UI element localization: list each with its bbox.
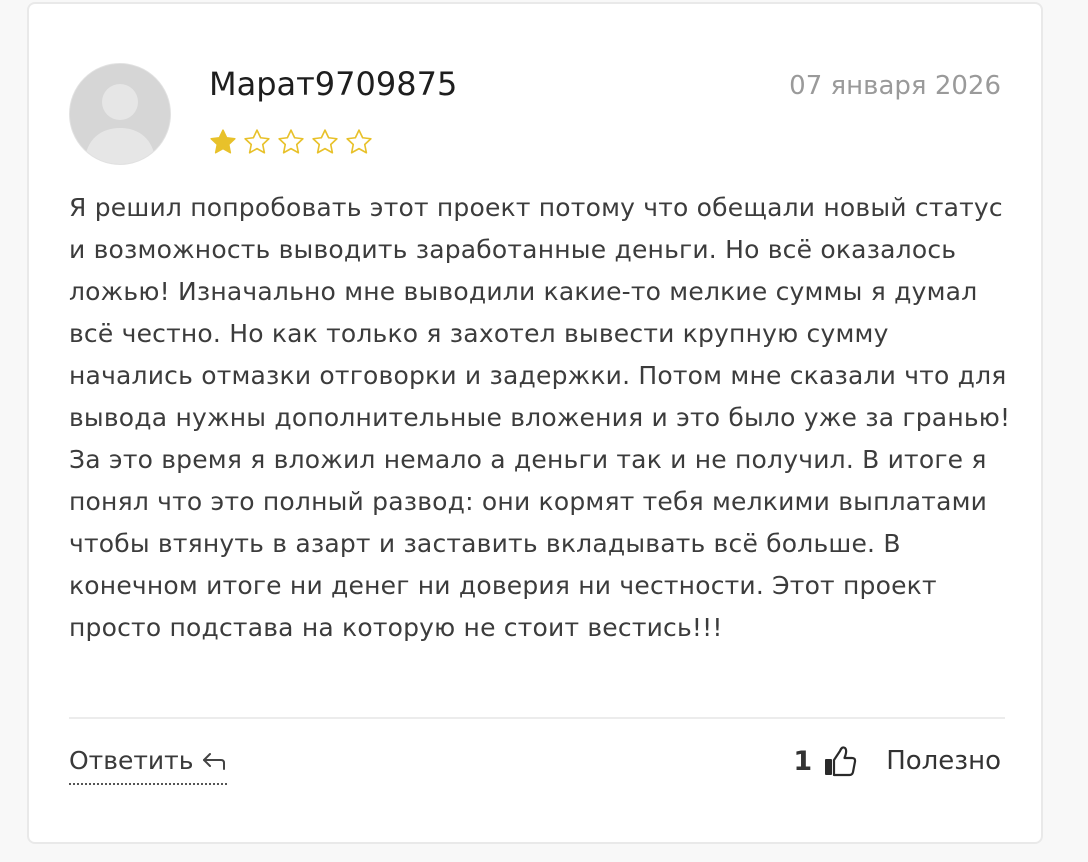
review-author: Марат9709875 xyxy=(209,65,458,103)
star-outline-icon xyxy=(244,129,270,154)
helpful-section: 1 Полезно xyxy=(793,743,1001,779)
reply-button[interactable]: Ответить xyxy=(69,743,228,785)
star-outline-icon xyxy=(278,129,304,154)
reply-label: Ответить xyxy=(69,746,194,775)
star-outline-icon xyxy=(346,129,372,154)
star-outline-icon xyxy=(312,129,338,154)
divider xyxy=(69,717,1005,719)
star-rating xyxy=(208,127,374,157)
review-date: 07 января 2026 xyxy=(789,71,1001,101)
avatar xyxy=(69,63,171,165)
helpful-button[interactable]: Полезно xyxy=(886,746,1001,776)
user-placeholder-icon xyxy=(70,64,170,164)
review-text: Я решил попробовать этот проект потому ч… xyxy=(69,193,1011,642)
helpful-count: 1 xyxy=(793,745,813,777)
star-filled-icon xyxy=(210,129,236,154)
thumbs-up-icon[interactable] xyxy=(822,743,858,779)
review-card: Марат9709875 07 января 2026 Я решил попр… xyxy=(27,2,1043,844)
reply-arrow-icon xyxy=(203,753,226,770)
